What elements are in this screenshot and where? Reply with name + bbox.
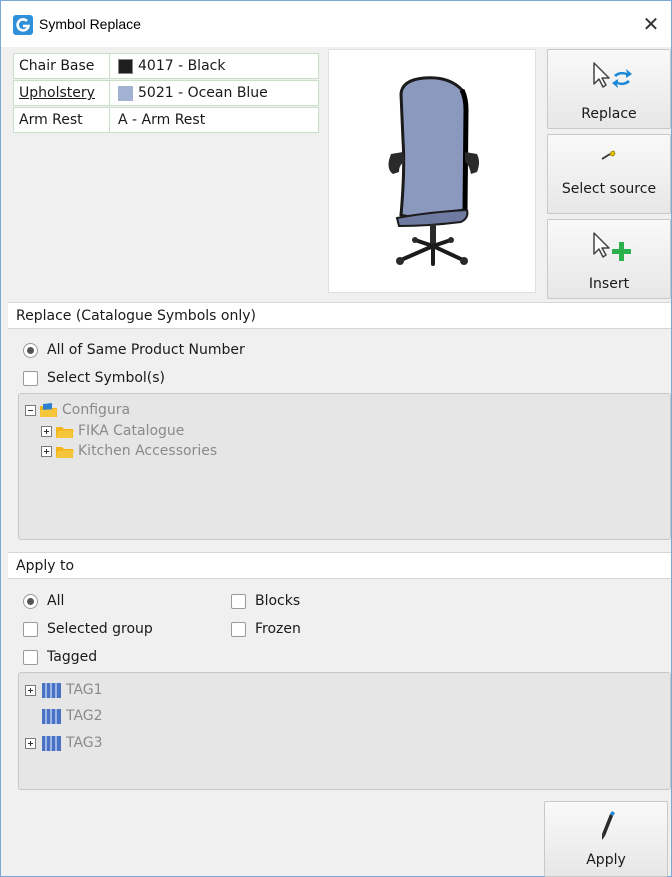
catalogue-tree[interactable]: Configura FIKA Catalogue Kitchen Accesso… bbox=[18, 393, 671, 540]
replace-button[interactable]: Replace bbox=[547, 49, 671, 129]
checkbox[interactable] bbox=[231, 621, 246, 637]
expand-toggle[interactable] bbox=[41, 425, 52, 437]
select-source-button-label: Select source bbox=[561, 181, 657, 197]
expand-toggle[interactable] bbox=[41, 445, 52, 457]
checkbox[interactable] bbox=[23, 649, 38, 665]
option-frozen[interactable]: Frozen bbox=[231, 619, 301, 639]
option-label: Selected group bbox=[47, 621, 153, 637]
attribute-label-link[interactable]: Upholstery bbox=[14, 81, 110, 105]
radio-button[interactable] bbox=[23, 342, 38, 358]
attribute-value-text: A - Arm Rest bbox=[118, 112, 206, 128]
folder-icon bbox=[56, 427, 74, 438]
insert-button-label: Insert bbox=[588, 276, 630, 292]
attribute-value-text: 5021 - Ocean Blue bbox=[138, 85, 268, 101]
attribute-row-upholstery[interactable]: Upholstery 5021 - Ocean Blue bbox=[13, 80, 319, 106]
tree-node-kitchen-accessories[interactable]: Kitchen Accessories bbox=[41, 441, 217, 461]
option-label: Blocks bbox=[255, 593, 301, 609]
option-select-symbols[interactable]: Select Symbol(s) bbox=[23, 368, 165, 388]
option-label: Tagged bbox=[47, 649, 98, 665]
replace-button-label: Replace bbox=[581, 106, 637, 122]
cursor-swap-icon bbox=[593, 62, 632, 88]
title-bar[interactable]: Symbol Replace ✕ bbox=[1, 1, 671, 47]
option-all[interactable]: All bbox=[23, 591, 64, 611]
apply-button[interactable]: Apply bbox=[544, 801, 668, 877]
attribute-label: Chair Base bbox=[14, 54, 110, 78]
attribute-value[interactable]: 5021 - Ocean Blue bbox=[112, 81, 318, 105]
cursor-plus-icon bbox=[593, 232, 631, 261]
attribute-value[interactable]: 4017 - Black bbox=[112, 54, 318, 78]
attribute-row-arm-rest[interactable]: Arm Rest A - Arm Rest bbox=[13, 107, 319, 133]
tree-node-label: FIKA Catalogue bbox=[78, 423, 185, 439]
attribute-table: Chair Base 4017 - Black Upholstery 5021 … bbox=[13, 53, 321, 133]
attribute-row-chair-base[interactable]: Chair Base 4017 - Black bbox=[13, 53, 319, 79]
option-label: All bbox=[47, 593, 65, 609]
option-tagged[interactable]: Tagged bbox=[23, 647, 97, 667]
tree-node-label: Kitchen Accessories bbox=[78, 443, 218, 459]
replace-section-header: Replace (Catalogue Symbols only) bbox=[8, 302, 671, 329]
tree-node-label: Configura bbox=[62, 402, 131, 418]
close-button[interactable]: ✕ bbox=[631, 9, 671, 39]
option-blocks[interactable]: Blocks bbox=[231, 591, 300, 611]
binder-tag-icon bbox=[42, 709, 61, 724]
attribute-value-text: 4017 - Black bbox=[138, 58, 226, 74]
color-swatch bbox=[118, 85, 133, 101]
apply-button-label: Apply bbox=[586, 852, 626, 868]
checkbox[interactable] bbox=[231, 593, 246, 609]
tree-node-label: TAG1 bbox=[66, 682, 103, 698]
tag-tree[interactable]: TAG1 TAG2 TAG3 bbox=[18, 672, 671, 790]
tree-node-tag2[interactable]: TAG2 bbox=[39, 706, 103, 726]
symbol-replace-dialog: Symbol Replace ✕ Chair Base 4017 - Black… bbox=[0, 0, 672, 877]
folder-icon bbox=[56, 447, 74, 458]
app-logo-icon bbox=[13, 15, 33, 35]
apply-to-section-header: Apply to bbox=[8, 552, 671, 579]
select-source-button[interactable]: Select source bbox=[547, 134, 671, 214]
picker-icon bbox=[601, 150, 616, 160]
tree-node-configura[interactable]: Configura bbox=[25, 400, 130, 420]
checkbox[interactable] bbox=[23, 370, 38, 386]
catalogue-folder-icon bbox=[40, 403, 57, 417]
option-label: All of Same Product Number bbox=[47, 342, 245, 358]
color-swatch bbox=[118, 58, 133, 74]
radio-button[interactable] bbox=[23, 593, 38, 609]
tree-node-tag1[interactable]: TAG1 bbox=[25, 680, 103, 700]
binder-tag-icon bbox=[42, 683, 61, 698]
checkbox[interactable] bbox=[23, 621, 38, 637]
tree-node-fika-catalogue[interactable]: FIKA Catalogue bbox=[41, 421, 184, 441]
option-label: Select Symbol(s) bbox=[47, 370, 166, 386]
insert-button[interactable]: Insert bbox=[547, 219, 671, 299]
option-selected-group[interactable]: Selected group bbox=[23, 619, 153, 639]
expand-toggle[interactable] bbox=[25, 684, 36, 696]
option-all-same-product-number[interactable]: All of Same Product Number bbox=[23, 340, 245, 360]
attribute-value[interactable]: A - Arm Rest bbox=[112, 108, 318, 132]
window-title: Symbol Replace bbox=[39, 16, 141, 32]
pen-icon bbox=[602, 811, 615, 840]
binder-tag-icon bbox=[42, 736, 61, 751]
tree-node-label: TAG2 bbox=[66, 708, 103, 724]
collapse-toggle[interactable] bbox=[25, 404, 36, 416]
expand-toggle[interactable] bbox=[25, 737, 36, 749]
tree-node-tag3[interactable]: TAG3 bbox=[25, 733, 103, 753]
symbol-preview bbox=[328, 49, 536, 293]
option-label: Frozen bbox=[255, 621, 301, 637]
tree-node-label: TAG3 bbox=[66, 735, 103, 751]
attribute-label: Arm Rest bbox=[14, 108, 110, 132]
office-chair-image bbox=[388, 76, 479, 266]
